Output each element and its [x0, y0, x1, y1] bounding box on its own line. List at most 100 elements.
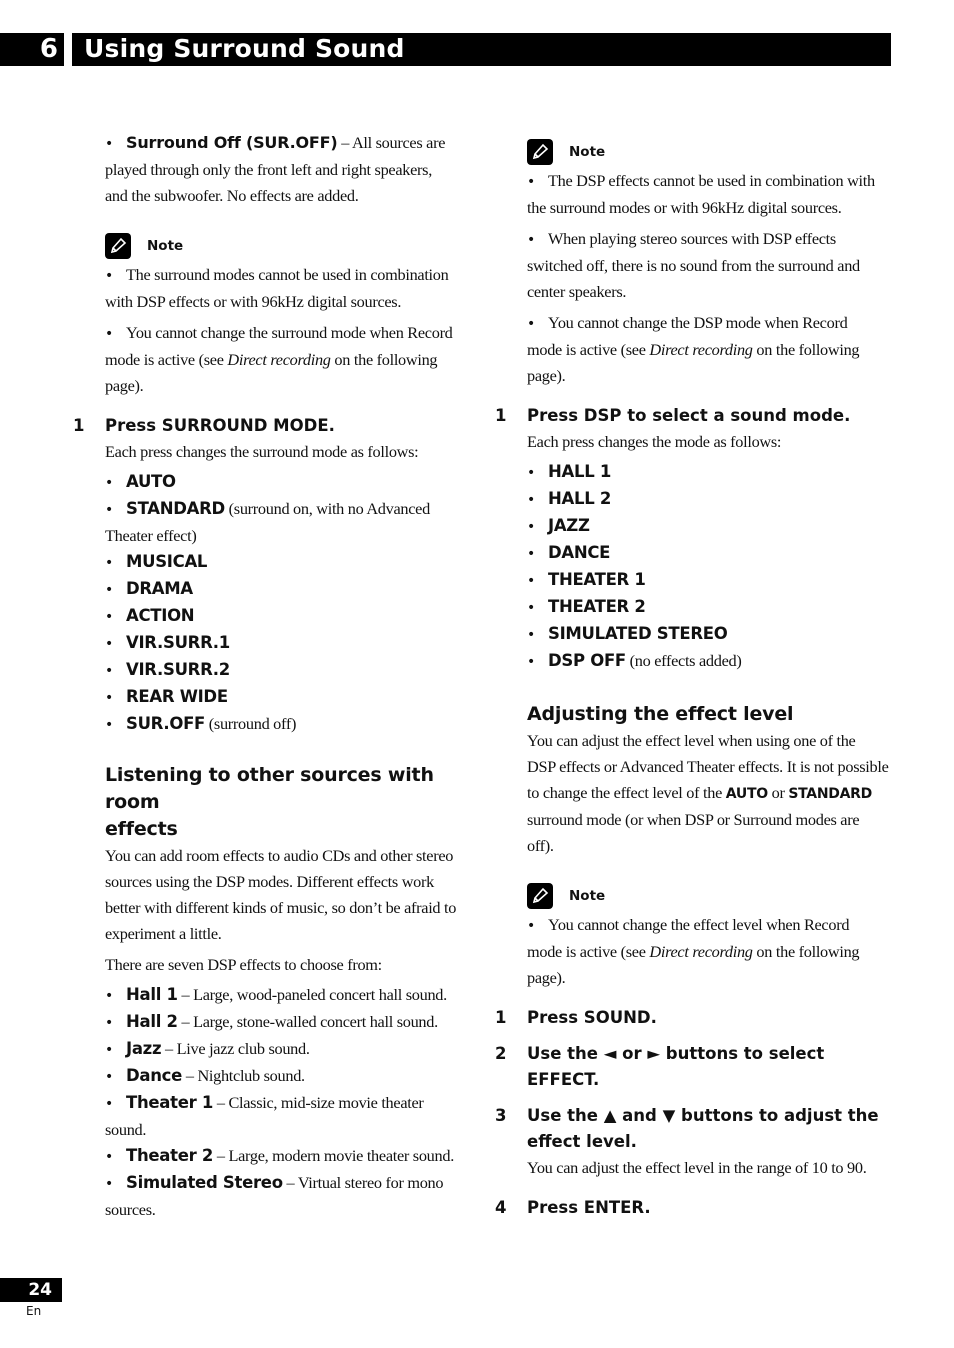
list-item: • THEATER 2 [527, 594, 892, 621]
item-name: DSP OFF [548, 651, 626, 670]
item-note-cont: sound. [105, 1120, 147, 1139]
step-title: Use the ◄ or ► buttons to select EFFECT. [527, 1044, 825, 1089]
list-item: • ACTION [105, 603, 470, 630]
note-block: Note • You cannot change the effect level… [527, 881, 892, 991]
bullet: • [527, 573, 535, 589]
step-title: Press DSP to select a sound mode. [527, 406, 851, 425]
bullet: • [105, 502, 113, 518]
note-label: Note [569, 888, 606, 904]
item-name: DRAMA [126, 579, 193, 598]
list-item: • DRAMA [105, 576, 470, 603]
step-desc: Each press changes the surround mode as … [105, 442, 419, 461]
effect-steps: 1 Press SOUND. 2 Use the ◄ or ► buttons to… [495, 1005, 892, 1221]
dsp-effects-list: • Hall 1 – Large, wood-paneled concert ha… [105, 982, 470, 1223]
item-note: – Large, wood-paneled concert hall sound… [177, 985, 447, 1004]
list-item: • SIMULATED STEREO [527, 621, 892, 648]
paragraph-line: better with different kinds of music, so… [105, 898, 457, 917]
mode-standard: STANDARD [788, 786, 872, 802]
item-note: – Classic, mid-size movie theater [213, 1093, 424, 1112]
surround-mode-list: • AUTO • STANDARD (surround on, with no Adv… [105, 469, 470, 738]
paragraph-line: You can adjust the effect level when usi… [527, 731, 856, 750]
list-item: • DANCE [527, 540, 892, 567]
item-name: Hall 2 [126, 1012, 178, 1031]
bullet: • [527, 519, 535, 535]
item-name: JAZZ [548, 516, 590, 535]
bullet: • [105, 326, 113, 342]
room-effects-section: Listening to other sources with room effe… [105, 762, 470, 1223]
note-block: Note • The DSP effects cannot be used in … [527, 137, 892, 389]
bullet: • [105, 663, 113, 679]
step-title: effect level. [527, 1132, 637, 1151]
item-name: VIR.SURR.1 [126, 633, 230, 652]
list-item: • SUR.OFF (surround off) [105, 711, 470, 738]
left-column: • Surround Off (SUR.OFF) – All sources ar… [73, 130, 470, 1223]
bullet: • [527, 232, 535, 248]
list-item: • DSP OFF (no effects added) [527, 648, 892, 675]
list-item: • THEATER 1 [527, 567, 892, 594]
note-text: the surround modes or with 96kHz digital… [527, 198, 842, 217]
list-item: • STANDARD (surround on, with no Advanced [105, 496, 470, 523]
note-text: The surround modes cannot be used in com… [126, 265, 449, 284]
item-name: ACTION [126, 606, 195, 625]
item-name: VIR.SURR.2 [126, 660, 230, 679]
list-item: • HALL 2 [527, 486, 892, 513]
list-item: • MUSICAL [105, 549, 470, 576]
list-item: • REAR WIDE [105, 684, 470, 711]
list-item: • Dance – Nightclub sound. [105, 1063, 470, 1090]
bullet: • [105, 690, 113, 706]
step-number: 1 [73, 416, 85, 435]
item-name: STANDARD [126, 499, 225, 518]
bullet: • [105, 555, 113, 571]
effect-level-section: Adjusting the effect level You can adjus… [527, 701, 892, 859]
section-heading: Listening to other sources with room [105, 764, 434, 813]
step-desc: Each press changes the mode as follows: [527, 432, 782, 451]
bullet: • [527, 465, 535, 481]
note-text: on the following [752, 942, 860, 961]
dsp-mode-list: • HALL 1 • HALL 2 • JAZZ • DANCE • THEATER 1 • THEA… [527, 459, 892, 675]
page-number: 24 [0, 1278, 62, 1302]
bullet: • [105, 475, 113, 491]
note-text: page). [105, 376, 144, 395]
note-text: switched off, there is no sound from the… [527, 256, 860, 275]
item-name: Hall 1 [126, 985, 178, 1004]
bullet: • [105, 582, 113, 598]
bullet: • [105, 717, 113, 733]
step-number: 1 [495, 1008, 507, 1027]
section-heading: effects [105, 818, 178, 840]
bullet: • [527, 316, 535, 332]
step-number: 1 [495, 406, 507, 425]
item-name: Theater 2 [126, 1146, 214, 1165]
note-text: The DSP effects cannot be used in combin… [548, 171, 875, 190]
note-text: You cannot change the DSP mode when Reco… [548, 313, 848, 332]
item-name: HALL 2 [548, 489, 612, 508]
item-name: Theater 1 [126, 1093, 214, 1112]
note-text: mode is active (see [527, 942, 650, 961]
step-desc: You can adjust the effect level in the r… [527, 1158, 867, 1177]
item-name: Dance [126, 1066, 183, 1085]
step-number: 2 [495, 1044, 507, 1063]
surround-step: 1 Press SURROUND MODE. Each press changes… [73, 413, 470, 738]
language-label: En [26, 1304, 42, 1318]
item-note: – Virtual stereo for mono [282, 1173, 444, 1192]
direct-recording-ref: Direct recording [649, 942, 753, 961]
bullet: • [527, 627, 535, 643]
step-title: Press SOUND. [527, 1008, 657, 1027]
note-text: on the following [752, 340, 860, 359]
bullet: • [527, 546, 535, 562]
note-text: When playing stereo sources with DSP eff… [548, 229, 836, 248]
list-item: • Jazz – Live jazz club sound. [105, 1036, 470, 1063]
item-name: Simulated Stereo [126, 1173, 283, 1192]
dsp-step: 1 Press DSP to select a sound mode. Each … [495, 403, 892, 675]
list-item: • JAZZ [527, 513, 892, 540]
note-text: mode is active (see [105, 350, 228, 369]
bullet: • [527, 174, 535, 190]
bullet: • [527, 492, 535, 508]
paragraph-text: or [767, 783, 789, 802]
item-name: DANCE [548, 543, 611, 562]
pencil-note-icon [527, 139, 553, 165]
paragraph-line: surround mode (or when DSP or Surround m… [527, 810, 860, 829]
surround-off-text: and the subwoofer. No effects are added. [105, 186, 359, 205]
item-note: – Large, stone-walled concert hall sound… [177, 1012, 438, 1031]
bullet: • [527, 918, 535, 934]
pencil-note-icon [527, 883, 553, 909]
